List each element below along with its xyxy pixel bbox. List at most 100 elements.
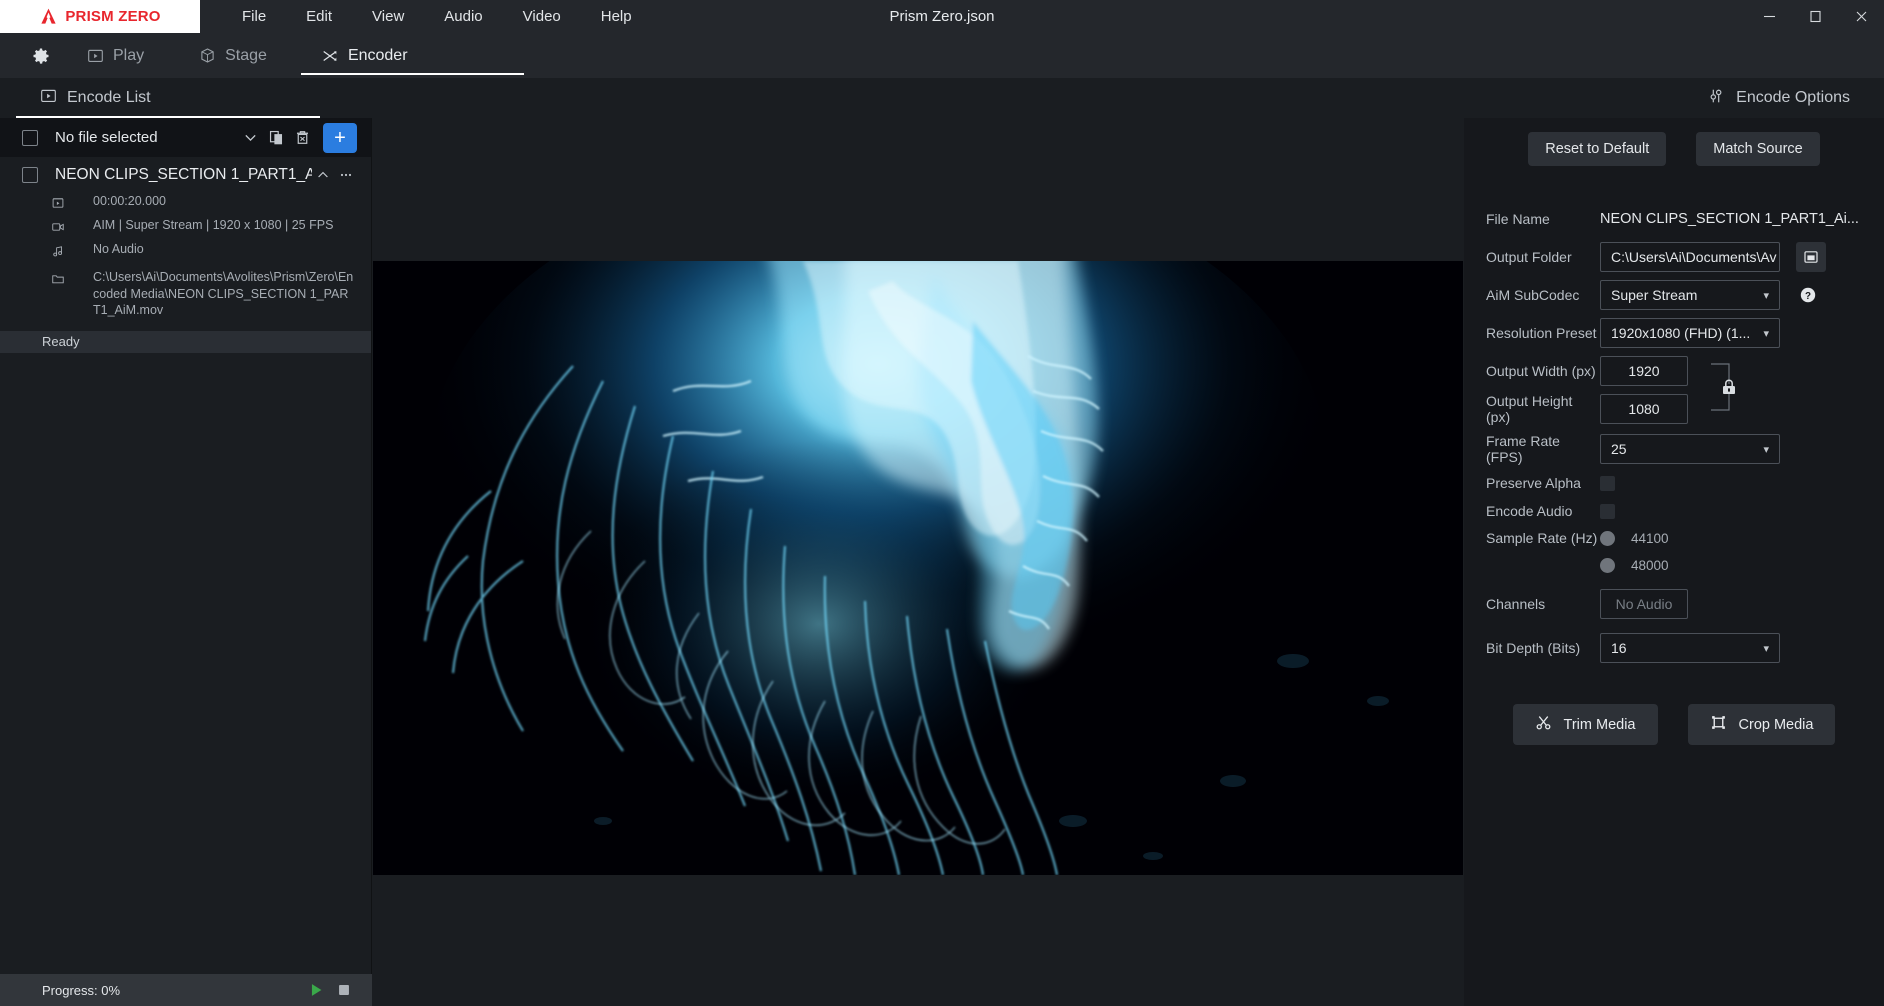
aim-subcodec-select[interactable]: Super Stream ▾: [1600, 280, 1780, 310]
maximize-icon: [1809, 10, 1822, 23]
stop-encode-button[interactable]: [330, 976, 358, 1004]
file-meta-video: AIM | Super Stream | 1920 x 1080 | 25 FP…: [0, 217, 371, 241]
preserve-alpha-label: Preserve Alpha: [1486, 475, 1600, 491]
resolution-preset-value: 1920x1080 (FHD) (1...: [1611, 325, 1750, 341]
folder-browse-icon: [1803, 249, 1819, 265]
nav-tab-stage-label: Stage: [225, 47, 267, 65]
start-encode-button[interactable]: [302, 976, 330, 1004]
output-width-input[interactable]: 1920: [1600, 356, 1688, 386]
video-preview[interactable]: [373, 261, 1463, 875]
settings-gear-button[interactable]: [30, 45, 52, 67]
nav-tab-play-label: Play: [113, 47, 144, 65]
copy-icon: [268, 129, 285, 146]
panel-action-buttons: Reset to Default Match Source: [1464, 118, 1884, 166]
menu-video[interactable]: Video: [503, 0, 581, 33]
encode-audio-checkbox[interactable]: [1600, 504, 1615, 519]
encode-options-panel: Reset to Default Match Source File Name …: [1464, 118, 1884, 1006]
row-file-name: File Name NEON CLIPS_SECTION 1_PART1_Ai.…: [1464, 200, 1884, 238]
frame-rate-label: Frame Rate (FPS): [1486, 433, 1600, 465]
file-name-field-label: File Name: [1486, 211, 1600, 227]
brand-logo: PRISM ZERO: [0, 0, 200, 33]
chevron-up-icon: [315, 167, 331, 183]
collapse-all-button[interactable]: [237, 123, 263, 153]
row-aim-subcodec: AiM SubCodec Super Stream ▾ ?: [1464, 276, 1884, 314]
select-all-checkbox[interactable]: [22, 130, 38, 146]
menu-audio[interactable]: Audio: [424, 0, 502, 33]
chevron-down-icon: ▾: [1763, 327, 1769, 340]
encode-list-actions: +: [237, 123, 371, 153]
file-audio-text: No Audio: [93, 241, 144, 258]
aim-subcodec-value: Super Stream: [1611, 287, 1697, 303]
trim-media-button[interactable]: Trim Media: [1513, 704, 1658, 745]
menu-edit[interactable]: Edit: [286, 0, 352, 33]
aim-subcodec-help-button[interactable]: ?: [1798, 285, 1818, 305]
crop-media-button[interactable]: Crop Media: [1688, 704, 1836, 745]
delete-button[interactable]: [289, 123, 315, 153]
frame-rate-value: 25: [1611, 441, 1627, 457]
expand-toggle-button[interactable]: [312, 160, 335, 190]
app-window: PRISM ZERO File Edit View Audio Video He…: [0, 0, 1884, 1006]
bit-depth-select[interactable]: 16 ▾: [1600, 633, 1780, 663]
chevron-down-icon: ▾: [1763, 642, 1769, 655]
row-channels: Channels No Audio: [1464, 580, 1884, 628]
maximize-button[interactable]: [1792, 0, 1838, 33]
nav-tab-stage[interactable]: Stage: [178, 33, 287, 78]
channels-label: Channels: [1486, 596, 1600, 612]
menu-view[interactable]: View: [352, 0, 424, 33]
chevron-down-icon: ▾: [1763, 443, 1769, 456]
add-file-button[interactable]: +: [323, 123, 357, 153]
sample-rate-option-48000[interactable]: 48000: [1600, 558, 1669, 573]
nav-tab-encoder[interactable]: Encoder: [301, 33, 428, 78]
tab-encode-list[interactable]: Encode List: [16, 78, 175, 118]
output-height-input[interactable]: 1080: [1600, 394, 1688, 424]
preserve-alpha-checkbox[interactable]: [1600, 476, 1615, 491]
frame-rate-select[interactable]: 25 ▾: [1600, 434, 1780, 464]
match-source-button[interactable]: Match Source: [1696, 132, 1819, 166]
aim-subcodec-label: AiM SubCodec: [1486, 287, 1600, 303]
row-output-height: Output Height (px) 1080: [1464, 390, 1884, 428]
folder-icon: [48, 269, 68, 286]
encode-list-header: No file selected +: [0, 118, 371, 157]
progress-bar: Progress: 0%: [0, 974, 372, 1006]
duplicate-button[interactable]: [263, 123, 289, 153]
sample-rate-option-44100[interactable]: 44100: [1600, 531, 1669, 546]
list-item[interactable]: NEON CLIPS_SECTION 1_PART1_AiM....: [0, 157, 371, 193]
file-meta-audio: No Audio: [0, 241, 371, 265]
sample-rate-48000-label: 48000: [1631, 558, 1669, 573]
more-options-button[interactable]: [334, 160, 357, 190]
brand-text: PRISM ZERO: [65, 8, 160, 25]
output-folder-input[interactable]: C:\Users\Ai\Documents\Av: [1600, 242, 1780, 272]
shuffle-icon: [321, 47, 339, 65]
nav-tab-encoder-label: Encoder: [348, 47, 408, 65]
file-name-label: NEON CLIPS_SECTION 1_PART1_AiM....: [55, 166, 312, 184]
sample-rate-44100-label: 44100: [1631, 531, 1669, 546]
encode-audio-label: Encode Audio: [1486, 503, 1600, 519]
more-horizontal-icon: [338, 167, 354, 183]
tab-encode-list-label: Encode List: [67, 89, 151, 107]
browse-folder-button[interactable]: [1796, 242, 1826, 272]
row-preserve-alpha: Preserve Alpha: [1464, 470, 1884, 496]
selection-status-label: No file selected: [55, 129, 237, 146]
stop-square-icon: [335, 981, 353, 999]
file-select-checkbox[interactable]: [22, 167, 38, 183]
nav-tab-play[interactable]: Play: [66, 33, 164, 78]
channels-input: No Audio: [1600, 589, 1688, 619]
trash-icon: [294, 129, 311, 146]
minimize-icon: [1763, 10, 1776, 23]
menu-file[interactable]: File: [222, 0, 286, 33]
encode-options-header[interactable]: Encode Options: [1707, 87, 1850, 110]
sub-nav: Encode List Encode Options: [0, 78, 1884, 118]
radio-icon: [1600, 531, 1615, 546]
close-button[interactable]: [1838, 0, 1884, 33]
minimize-button[interactable]: [1746, 0, 1792, 33]
reset-to-default-button[interactable]: Reset to Default: [1528, 132, 1666, 166]
row-encode-audio: Encode Audio: [1464, 496, 1884, 526]
options-rows: File Name NEON CLIPS_SECTION 1_PART1_Ai.…: [1464, 200, 1884, 668]
menu-help[interactable]: Help: [581, 0, 652, 33]
close-icon: [1855, 10, 1868, 23]
row-sample-rate-a: Sample Rate (Hz) 44100: [1464, 526, 1884, 550]
file-meta-duration: 00:00:20.000: [0, 193, 371, 217]
media-action-buttons: Trim Media Crop Media: [1464, 704, 1884, 745]
crop-icon: [1710, 714, 1727, 735]
resolution-preset-select[interactable]: 1920x1080 (FHD) (1... ▾: [1600, 318, 1780, 348]
